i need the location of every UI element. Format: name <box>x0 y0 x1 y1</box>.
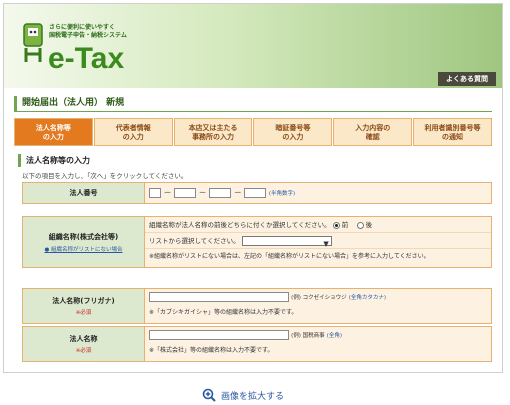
name-kana-body: (例) コクゼイショウジ (全角カタカナ) ※「カブシキガイシャ」等の組織名称は… <box>145 289 491 323</box>
radio-after[interactable] <box>356 221 364 229</box>
required-badge: ※必須 <box>75 310 92 316</box>
step-label: 本店又は主たる <box>188 124 238 132</box>
step-progress-bar: 法人名称等 の入力 代表者情報 の入力 本店又は主たる 事務所の入力 暗証番号等… <box>14 118 492 146</box>
name-format: (全角) <box>326 333 342 339</box>
tagline-line-2: 国税電子申告・納税システム <box>49 32 127 39</box>
corp-number-label-text: 法人番号 <box>69 189 98 197</box>
corp-number-hint: (半角数字) <box>268 191 296 197</box>
help-link-text: 組織名称がリストにない場合 <box>51 246 123 253</box>
name-label: 法人名称 ※必須 <box>23 327 145 361</box>
name-example: (例) 国税商事 <box>291 333 325 339</box>
step-label: 法人名称等 <box>35 124 71 132</box>
corp-number-part-4[interactable] <box>244 187 267 198</box>
radio-after-label: 後 <box>365 221 373 229</box>
org-name-label: 組織名称(株式会社等) ● 組織名称がリストにない場合 <box>23 217 145 267</box>
header-tagline: さらに便利に使いやすく 国税電子申告・納税システム <box>49 24 127 40</box>
enlarge-label: 画像を拡大する <box>221 391 285 402</box>
name-label-text: 法人名称 <box>69 335 98 343</box>
name-note: ※「株式会社」等の組織名称は入力不要です。 <box>149 347 274 354</box>
name-kana-example: (例) コクゼイショウジ <box>291 295 347 301</box>
corp-number-part-3[interactable] <box>209 187 232 198</box>
org-name-select[interactable]: ▼ <box>241 236 332 248</box>
instruction-text: 以下の項目を入力し、「次へ」をクリックしてください。 <box>22 172 188 180</box>
name-kana-note: ※「カブシキガイシャ」等の組織名称は入力不要です。 <box>149 309 298 316</box>
step-label: 事務所の入力 <box>192 133 235 141</box>
corp-number-body: － － － (半角数字) <box>145 183 491 203</box>
name-input[interactable] <box>149 330 289 340</box>
corp-number-part-1[interactable] <box>149 187 161 198</box>
etax-logo: e-Tax <box>48 42 125 75</box>
section-title: 法人名称等の入力 <box>18 154 492 167</box>
step-label: の通知 <box>442 133 464 141</box>
step-2: 代表者情報 の入力 <box>93 118 173 146</box>
name-note-line: ※「株式会社」等の組織名称は入力不要です。 <box>145 343 491 359</box>
step-label: の入力 <box>282 133 304 141</box>
name-kana-label-text: 法人名称(フリガナ) <box>52 297 115 305</box>
tagline-line-1: さらに便利に使いやすく <box>49 24 116 31</box>
step-label: 暗証番号等 <box>275 124 311 132</box>
step-1: 法人名称等 の入力 <box>14 118 93 146</box>
org-name-note: ※組織名称がリストにない場合は、左記の「組織名称がリストにない場合」を参考に入力… <box>149 253 430 260</box>
step-5: 入力内容の 確認 <box>333 118 413 146</box>
step-label: 利用者識別番号等 <box>424 124 481 132</box>
org-name-body: 組織名称が法人名称の前後どちらに付くか選択してください。 前 後 リストから選択… <box>145 217 491 267</box>
step-3: 本店又は主たる 事務所の入力 <box>173 118 253 146</box>
org-name-row: 組織名称(株式会社等) ● 組織名称がリストにない場合 組織名称が法人名称の前後… <box>22 216 492 268</box>
page-title: 開始届出（法人用） 新規 <box>14 96 492 112</box>
org-select-line: リストから選択してください。 ▼ <box>145 233 491 249</box>
name-kana-input[interactable] <box>149 292 289 302</box>
name-input-line: (例) 国税商事 (全角) <box>145 327 491 343</box>
dash: － <box>233 188 242 197</box>
name-kana-format: (全角カタカナ) <box>348 295 386 301</box>
org-select-prompt: リストから選択してください。 <box>149 237 240 245</box>
name-row: 法人名称 ※必須 (例) 国税商事 (全角) ※「株式会社」等の組織名称は入力不… <box>22 326 492 362</box>
step-4: 暗証番号等 の入力 <box>253 118 333 146</box>
etax-header-banner: さらに便利に使いやすく 国税電子申告・納税システム e-Tax よくある質問 <box>4 4 502 88</box>
radio-before[interactable] <box>332 221 340 229</box>
step-label: の入力 <box>42 133 64 141</box>
step-label: の入力 <box>122 133 144 141</box>
step-6: 利用者識別番号等 の通知 <box>413 118 492 146</box>
name-body: (例) 国税商事 (全角) ※「株式会社」等の組織名称は入力不要です。 <box>145 327 491 361</box>
zoom-in-icon <box>202 388 216 402</box>
corp-number-label: 法人番号 <box>23 183 145 203</box>
org-note-line: ※組織名称がリストにない場合は、左記の「組織名称がリストにない場合」を参考に入力… <box>145 249 491 265</box>
name-kana-input-line: (例) コクゼイショウジ (全角カタカナ) <box>145 289 491 305</box>
etax-mascot-icon <box>23 23 43 62</box>
dash: － <box>163 188 172 197</box>
corp-number-part-2[interactable] <box>174 187 197 198</box>
info-icon: ● <box>44 246 50 253</box>
org-position-question: 組織名称が法人名称の前後どちらに付くか選択してください。 <box>149 221 331 229</box>
enlarge-image-link[interactable]: 画像を拡大する <box>202 388 284 402</box>
radio-before-label: 前 <box>341 221 349 229</box>
step-label: 代表者情報 <box>115 124 151 132</box>
name-kana-label: 法人名称(フリガナ) ※必須 <box>23 289 145 323</box>
chevron-down-icon: ▼ <box>323 240 329 248</box>
org-position-line: 組織名称が法人名称の前後どちらに付くか選択してください。 前 後 <box>145 217 491 233</box>
name-kana-note-line: ※「カブシキガイシャ」等の組織名称は入力不要です。 <box>145 305 491 321</box>
faq-button[interactable]: よくある質問 <box>438 72 496 86</box>
org-name-label-text: 組織名称(株式会社等) <box>48 232 119 241</box>
dash: － <box>198 188 207 197</box>
step-label: 入力内容の <box>355 124 391 132</box>
step-label: 確認 <box>365 133 380 141</box>
screenshot-frame: さらに便利に使いやすく 国税電子申告・納税システム e-Tax よくある質問 開… <box>3 3 503 373</box>
name-kana-row: 法人名称(フリガナ) ※必須 (例) コクゼイショウジ (全角カタカナ) ※「カ… <box>22 288 492 324</box>
corp-number-row: 法人番号 － － － (半角数字) <box>22 182 492 204</box>
required-badge: ※必須 <box>75 348 92 354</box>
org-name-help-link[interactable]: ● 組織名称がリストにない場合 <box>44 245 122 253</box>
